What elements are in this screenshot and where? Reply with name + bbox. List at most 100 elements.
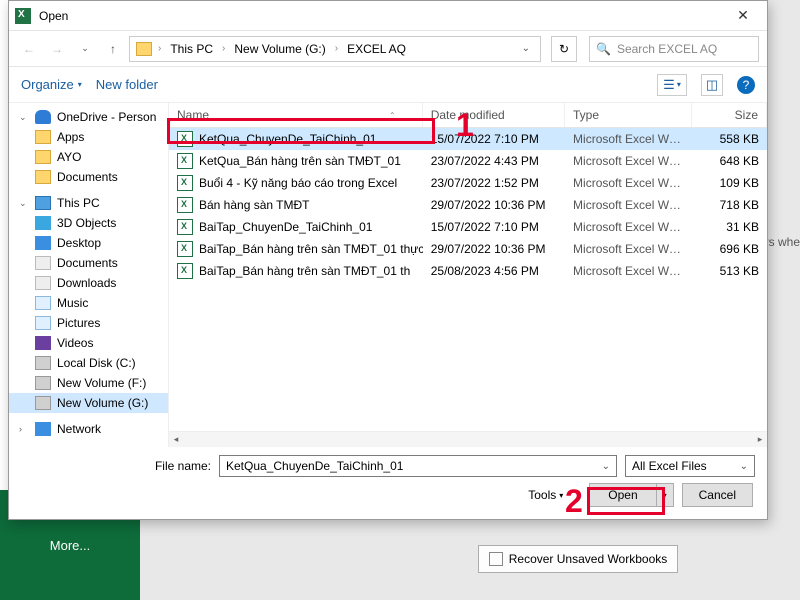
onedrive-icon <box>35 110 51 124</box>
file-type: Microsoft Excel Work... <box>565 262 692 280</box>
list-header[interactable]: Name⌃ Date modified Type Size <box>169 103 767 128</box>
file-size: 696 KB <box>692 240 767 258</box>
breadcrumb[interactable]: New Volume (G:) <box>231 40 328 58</box>
view-options-button[interactable]: ☰▾ <box>657 74 687 96</box>
scroll-right-icon[interactable]: ▸ <box>753 433 767 447</box>
tree-label: Pictures <box>57 316 100 330</box>
recover-unsaved-button[interactable]: Recover Unsaved Workbooks <box>478 545 678 573</box>
excel-file-icon <box>177 153 193 169</box>
tree-3d-objects[interactable]: 3D Objects <box>9 213 168 233</box>
col-name[interactable]: Name⌃ <box>169 103 423 127</box>
file-type: Microsoft Excel Work... <box>565 152 692 170</box>
music-icon <box>35 296 51 310</box>
file-name: BaiTap_Bán hàng trên sàn TMĐT_01 thực hà… <box>199 242 423 256</box>
tree-ayo[interactable]: AYO <box>9 147 168 167</box>
tree-documents[interactable]: Documents <box>9 167 168 187</box>
disk-icon <box>35 356 51 370</box>
chevron-down-icon[interactable]: ⌄ <box>602 461 610 472</box>
file-date: 29/07/2022 10:36 PM <box>423 196 565 214</box>
nav-tree[interactable]: ⌄OneDrive - Person Apps AYO Documents ⌄T… <box>9 103 169 447</box>
open-dropdown[interactable]: ▾ <box>657 484 673 506</box>
disk-icon <box>35 396 51 410</box>
col-date[interactable]: Date modified <box>423 103 565 127</box>
chevron-right-icon: › <box>333 43 340 54</box>
organize-label: Organize <box>21 77 74 92</box>
tree-onedrive[interactable]: ⌄OneDrive - Person <box>9 107 168 127</box>
refresh-button[interactable]: ↻ <box>551 36 577 62</box>
tree-pictures[interactable]: Pictures <box>9 313 168 333</box>
open-button[interactable]: Open ▾ <box>589 483 673 507</box>
breadcrumb[interactable]: This PC <box>167 40 216 58</box>
tree-label: Downloads <box>57 276 116 290</box>
excel-file-icon <box>177 131 193 147</box>
excel-file-icon <box>177 197 193 213</box>
folder-icon <box>35 170 51 184</box>
tree-apps[interactable]: Apps <box>9 127 168 147</box>
file-date: 15/07/2022 7:10 PM <box>423 130 565 148</box>
tree-videos[interactable]: Videos <box>9 333 168 353</box>
forward-button[interactable]: → <box>45 37 69 61</box>
close-button[interactable]: ✕ <box>725 2 761 30</box>
file-date: 29/07/2022 10:36 PM <box>423 240 565 258</box>
file-name: BaiTap_ChuyenDe_TaiChinh_01 <box>199 220 372 234</box>
file-row[interactable]: KetQua_Bán hàng trên sàn TMĐT_0123/07/20… <box>169 150 767 172</box>
organize-button[interactable]: Organize ▾ <box>21 77 82 92</box>
chevron-down-icon[interactable]: ⌄ <box>518 43 534 54</box>
tree-label: Network <box>57 422 101 436</box>
file-row[interactable]: BaiTap_Bán hàng trên sàn TMĐT_01 th25/08… <box>169 260 767 282</box>
file-filter-dropdown[interactable]: All Excel Files ⌄ <box>625 455 755 477</box>
horizontal-scrollbar[interactable]: ◂ ▸ <box>169 431 767 447</box>
file-type: Microsoft Excel Work... <box>565 174 692 192</box>
tree-local-disk-c[interactable]: Local Disk (C:) <box>9 353 168 373</box>
tree-new-volume-g[interactable]: New Volume (G:) <box>9 393 168 413</box>
file-name: KetQua_ChuyenDe_TaiChinh_01 <box>199 132 376 146</box>
list-rows: KetQua_ChuyenDe_TaiChinh_01 15/07/2022 7:… <box>169 128 767 282</box>
tree-network[interactable]: ›Network <box>9 419 168 439</box>
back-button[interactable]: ← <box>17 37 41 61</box>
tree-label: New Volume (F:) <box>57 376 146 390</box>
desktop-icon <box>35 236 51 250</box>
tree-new-volume-f[interactable]: New Volume (F:) <box>9 373 168 393</box>
col-size[interactable]: Size <box>692 103 767 127</box>
file-row[interactable]: BaiTap_Bán hàng trên sàn TMĐT_01 thực hà… <box>169 238 767 260</box>
tree-label: Local Disk (C:) <box>57 356 136 370</box>
tree-label: Documents <box>57 170 118 184</box>
file-row[interactable]: Bán hàng sàn TMĐT29/07/2022 10:36 PMMicr… <box>169 194 767 216</box>
file-name: BaiTap_Bán hàng trên sàn TMĐT_01 th <box>199 264 410 278</box>
chevron-right-icon: › <box>156 43 163 54</box>
address-bar[interactable]: › This PC › New Volume (G:) › EXCEL AQ ⌄ <box>129 36 541 62</box>
tree-label: Videos <box>57 336 93 350</box>
search-input[interactable]: 🔍 Search EXCEL AQ <box>589 36 759 62</box>
tree-downloads[interactable]: Downloads <box>9 273 168 293</box>
tree-label: Music <box>57 296 88 310</box>
file-type: Microsoft Excel Work... <box>565 240 692 258</box>
titlebar: Open ✕ <box>9 1 767 31</box>
file-type: Microsoft Excel Work... <box>565 218 692 236</box>
tree-documents[interactable]: Documents <box>9 253 168 273</box>
recent-dropdown[interactable]: ⌄ <box>73 37 97 61</box>
preview-pane-button[interactable]: ◫ <box>701 74 723 96</box>
file-date: 23/07/2022 1:52 PM <box>423 174 565 192</box>
col-type[interactable]: Type <box>565 103 692 127</box>
tree-thispc[interactable]: ⌄This PC <box>9 193 168 213</box>
chevron-down-icon[interactable]: ⌄ <box>740 461 748 472</box>
cancel-button[interactable]: Cancel <box>682 483 753 507</box>
excel-file-icon <box>177 219 193 235</box>
help-button[interactable]: ? <box>737 76 755 94</box>
tree-music[interactable]: Music <box>9 293 168 313</box>
folder-icon <box>35 150 51 164</box>
file-size: 31 KB <box>692 218 767 236</box>
tools-dropdown[interactable]: Tools ▾ <box>528 488 563 502</box>
open-dialog: Open ✕ ← → ⌄ ↑ › This PC › New Volume (G… <box>8 0 768 520</box>
up-button[interactable]: ↑ <box>101 37 125 61</box>
breadcrumb[interactable]: EXCEL AQ <box>344 40 409 58</box>
file-row[interactable]: KetQua_ChuyenDe_TaiChinh_01 15/07/2022 7:… <box>169 128 767 150</box>
scroll-left-icon[interactable]: ◂ <box>169 433 183 447</box>
file-row[interactable]: BaiTap_ChuyenDe_TaiChinh_0115/07/2022 7:… <box>169 216 767 238</box>
filename-input[interactable]: KetQua_ChuyenDe_TaiChinh_01 ⌄ <box>219 455 617 477</box>
file-type: Microsoft Excel Work... <box>565 196 692 214</box>
file-row[interactable]: Buổi 4 - Kỹ năng báo cáo trong Excel23/0… <box>169 172 767 194</box>
pictures-icon <box>35 316 51 330</box>
new-folder-button[interactable]: New folder <box>96 77 158 92</box>
tree-desktop[interactable]: Desktop <box>9 233 168 253</box>
